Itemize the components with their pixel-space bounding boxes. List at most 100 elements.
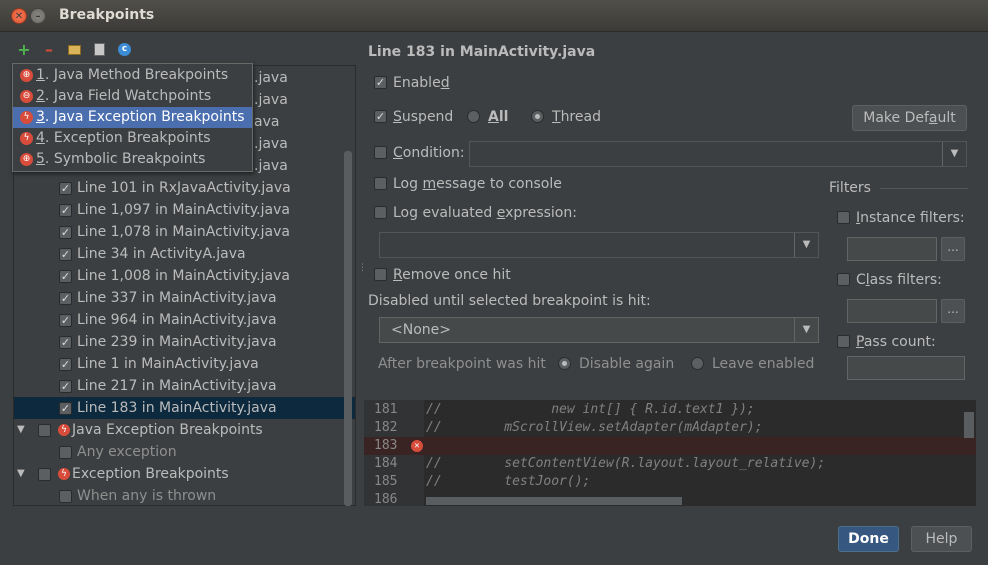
menu-item-java-method[interactable]: ⊕ 1. Java Method Breakpoints <box>13 65 252 86</box>
expand-arrow-icon[interactable]: ▼ <box>17 463 25 485</box>
suspend-checkbox[interactable]: ✓ <box>374 109 387 123</box>
editor-vertical-scrollbar[interactable] <box>964 412 974 438</box>
menu-item-java-field[interactable]: ⊖ 2. Java Field Watchpoints <box>13 86 252 107</box>
enabled-checkbox[interactable]: ✓ <box>59 380 72 393</box>
done-button[interactable]: Done <box>838 526 899 552</box>
enabled-option[interactable]: ✓ Enabled <box>374 75 450 91</box>
pass-count-input[interactable] <box>847 356 965 380</box>
expand-arrow-icon[interactable]: ▼ <box>17 419 25 441</box>
breakpoint-icon[interactable]: ✕ <box>411 440 423 452</box>
title-bar: ✕ – Breakpoints <box>0 0 988 32</box>
condition-option[interactable]: Condition: <box>374 145 465 161</box>
enabled-checkbox[interactable]: ✓ <box>59 248 72 261</box>
instance-filters-input[interactable] <box>847 237 937 261</box>
splitter-handle[interactable]: ⋮ <box>358 264 367 278</box>
enabled-checkbox[interactable]: ✓ <box>59 358 72 371</box>
tree-row[interactable]: ✓ Line 1,097 in MainActivity.java <box>14 199 355 221</box>
pass-count-option[interactable]: Pass count: <box>837 334 936 350</box>
chevron-down-icon[interactable]: ▼ <box>794 318 818 342</box>
document-icon[interactable] <box>92 42 108 58</box>
enabled-checkbox[interactable]: ✓ <box>59 336 72 349</box>
leave-enabled-radio[interactable]: Leave enabled <box>691 356 814 372</box>
group-checkbox[interactable] <box>38 424 51 437</box>
folder-icon[interactable] <box>67 42 83 58</box>
enabled-checkbox[interactable]: ✓ <box>59 314 72 327</box>
plus-icon[interactable]: + <box>16 42 32 58</box>
field-watchpoint-icon: ⊖ <box>20 90 33 103</box>
enabled-checkbox[interactable]: ✓ <box>59 402 72 415</box>
menu-item-java-exception[interactable]: ϟ 3. Java Exception Breakpoints <box>13 107 252 128</box>
enabled-checkbox[interactable]: ✓ <box>59 292 72 305</box>
enabled-checkbox[interactable]: ✓ <box>59 182 72 195</box>
chevron-down-icon[interactable]: ▼ <box>942 142 966 166</box>
tree-row[interactable]: ✓ Line 964 in MainActivity.java <box>14 309 355 331</box>
editor-horizontal-scrollbar[interactable] <box>426 497 682 505</box>
code-line: 181// new int[] { R.id.text1 }); <box>374 402 755 417</box>
suspend-thread-radio[interactable]: Thread <box>531 109 601 125</box>
enabled-checkbox[interactable]: ✓ <box>59 270 72 283</box>
remove-once-hit-checkbox[interactable] <box>374 267 387 281</box>
tree-group-java-exception[interactable]: ▼ ϟ Java Exception Breakpoints <box>14 419 355 441</box>
disabled-until-label: Disabled until selected breakpoint is hi… <box>368 293 651 309</box>
tree-group-exception[interactable]: ▼ ϟ Exception Breakpoints <box>14 463 355 485</box>
tree-row[interactable]: ✓ Line 217 in MainActivity.java <box>14 375 355 397</box>
tree-row[interactable]: ✓ Line 337 in MainActivity.java <box>14 287 355 309</box>
menu-item-exception[interactable]: ϟ 4. Exception Breakpoints <box>13 128 252 149</box>
filters-title: Filters <box>829 180 871 196</box>
radio-all[interactable] <box>467 109 480 123</box>
log-expression-option[interactable]: Log evaluated expression: <box>374 205 577 221</box>
tree-row[interactable]: ✓ Line 101 in RxJavaActivity.java <box>14 177 355 199</box>
breakpoint-select[interactable]: <None> ▼ <box>379 317 819 343</box>
tree-row[interactable]: ✓ Line 1,078 in MainActivity.java <box>14 221 355 243</box>
suspend-option[interactable]: ✓ Suspend <box>374 109 453 125</box>
details-title: Line 183 in MainActivity.java <box>368 44 596 60</box>
minus-icon[interactable]: – <box>41 42 57 58</box>
class-filters-option[interactable]: Class filters: <box>837 272 942 288</box>
class-filters-browse-button[interactable]: ... <box>941 299 965 323</box>
log-message-checkbox[interactable] <box>374 176 387 190</box>
instance-filters-option[interactable]: Instance filters: <box>837 210 965 226</box>
instance-filters-browse-button[interactable]: ... <box>941 237 965 261</box>
remove-once-hit-option[interactable]: Remove once hit <box>374 267 511 283</box>
enabled-checkbox[interactable]: ✓ <box>374 75 387 89</box>
condition-checkbox[interactable] <box>374 145 387 159</box>
pass-count-checkbox[interactable] <box>837 334 850 348</box>
radio-thread[interactable] <box>531 109 544 123</box>
menu-item-symbolic[interactable]: ⊕ 5. Symbolic Breakpoints <box>13 149 252 170</box>
minimize-window-button[interactable]: – <box>30 8 46 24</box>
radio-disable-again[interactable] <box>558 356 571 370</box>
disable-again-radio[interactable]: Disable again <box>558 356 674 372</box>
radio-leave-enabled[interactable] <box>691 356 704 370</box>
class-filters-checkbox[interactable] <box>837 272 850 286</box>
tree-scrollbar[interactable] <box>344 151 352 506</box>
condition-field[interactable]: ▼ <box>469 141 967 167</box>
enabled-checkbox[interactable]: ✓ <box>59 204 72 217</box>
code-editor[interactable]: 181// new int[] { R.id.text1 }); 182// m… <box>364 400 976 506</box>
tree-row[interactable]: ✓ Line 239 in MainActivity.java <box>14 331 355 353</box>
chevron-down-icon[interactable]: ▼ <box>794 233 818 257</box>
make-default-button[interactable]: Make Default <box>852 105 967 131</box>
log-expression-field[interactable]: ▼ <box>379 232 819 258</box>
tree-row[interactable]: Any exception <box>14 441 355 463</box>
help-button[interactable]: Help <box>911 526 972 552</box>
tree-row[interactable]: ✓ Line 1 in MainActivity.java <box>14 353 355 375</box>
suspend-all-radio[interactable]: All <box>467 109 508 125</box>
class-icon[interactable]: c <box>117 42 133 58</box>
tree-row[interactable]: ✓ Line 34 in ActivityA.java <box>14 243 355 265</box>
enabled-checkbox[interactable] <box>59 446 72 459</box>
tree-row[interactable]: When any is thrown <box>14 485 355 505</box>
log-message-option[interactable]: Log message to console <box>374 176 562 192</box>
exception-breakpoint-icon: ϟ <box>58 468 70 480</box>
log-expression-checkbox[interactable] <box>374 205 387 219</box>
class-filters-input[interactable] <box>847 299 937 323</box>
exception-breakpoint-icon: ϟ <box>20 111 33 124</box>
close-window-button[interactable]: ✕ <box>11 8 27 24</box>
exception-breakpoint-icon: ϟ <box>20 132 33 145</box>
tree-row-selected[interactable]: ✓ Line 183 in MainActivity.java <box>14 397 355 419</box>
instance-filters-checkbox[interactable] <box>837 210 850 224</box>
enabled-checkbox[interactable]: ✓ <box>59 226 72 239</box>
group-checkbox[interactable] <box>38 468 51 481</box>
add-breakpoint-menu: ⊕ 1. Java Method Breakpoints ⊖ 2. Java Fie… <box>12 63 253 172</box>
tree-row[interactable]: ✓ Line 1,008 in MainActivity.java <box>14 265 355 287</box>
enabled-checkbox[interactable] <box>59 490 72 503</box>
